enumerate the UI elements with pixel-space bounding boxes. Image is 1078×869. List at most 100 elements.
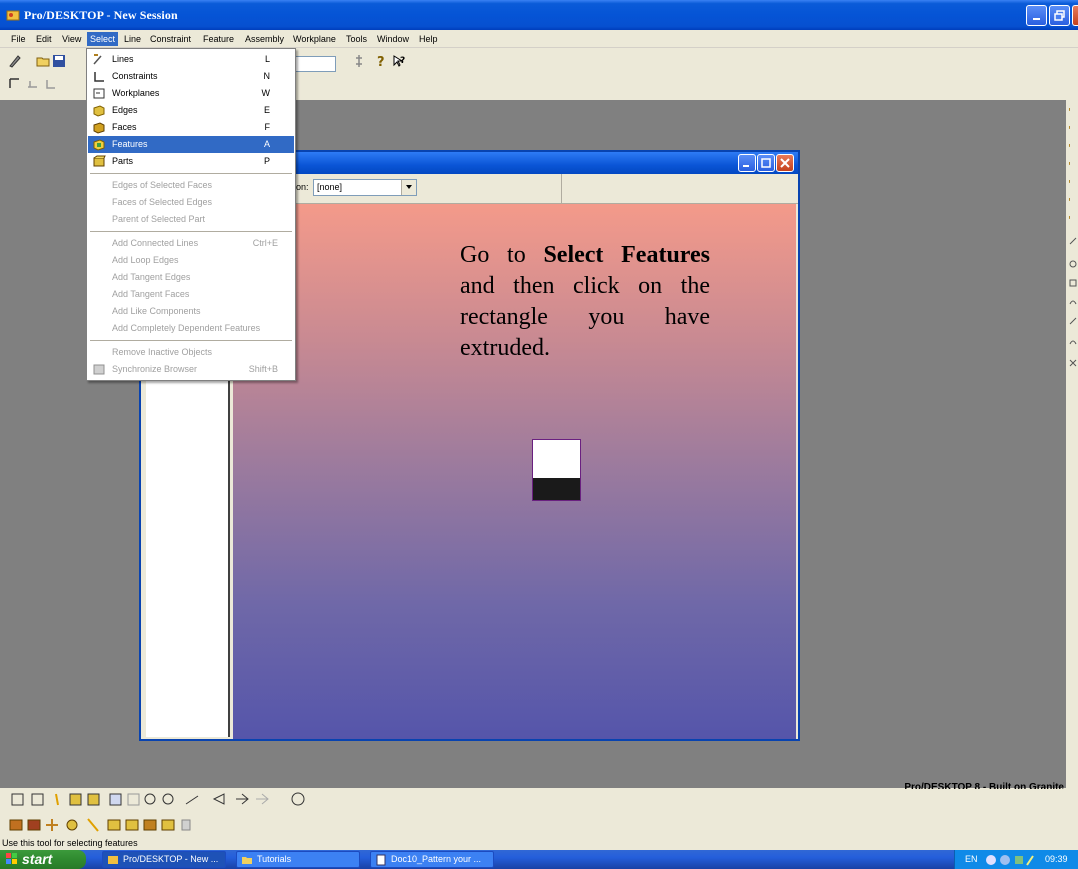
minimize-icon <box>743 165 749 167</box>
svg-text:': ' <box>1068 142 1071 155</box>
restore-button[interactable] <box>1049 5 1070 26</box>
toolbar-divider <box>561 174 562 204</box>
task-doc10[interactable]: Doc10_Pattern your ... <box>370 851 494 868</box>
extruded-rectangle-shadow <box>533 478 580 500</box>
svg-text:': ' <box>1068 160 1071 173</box>
toolbar-field[interactable] <box>290 56 336 72</box>
workplanes-icon <box>93 88 105 99</box>
menu-item-features[interactable]: Features A <box>88 136 294 153</box>
menu-constraint[interactable]: Constraint <box>147 32 194 46</box>
chevron-down-icon <box>406 185 412 189</box>
feature-toolbar <box>0 814 1078 836</box>
select-menu-dropdown: Lines L Constraints N Workplanes W Edges E F… <box>86 48 296 381</box>
menu-item-add-like-components[interactable]: Add Like Components <box>88 303 294 320</box>
menu-edit[interactable]: Edit <box>33 32 55 46</box>
menu-item-parent-of-selected-part[interactable]: Parent of Selected Part <box>88 211 294 228</box>
inner-close-button[interactable] <box>776 154 794 172</box>
menu-item-add-tangent-faces[interactable]: Add Tangent Faces <box>88 286 294 303</box>
menu-separator <box>90 340 292 341</box>
instruction-bold: Select Features <box>543 242 711 268</box>
menu-item-add-connected-lines[interactable]: Add Connected Lines Ctrl+E <box>88 235 294 252</box>
menu-item-synchronize-browser[interactable]: Synchronize Browser Shift+B <box>88 361 294 378</box>
menu-file[interactable]: File <box>8 32 29 46</box>
tray-icons-icon[interactable] <box>985 853 1037 867</box>
menu-item-add-loop-edges[interactable]: Add Loop Edges <box>88 252 294 269</box>
help-icon[interactable]: ? <box>374 54 388 68</box>
menu-select[interactable]: Select <box>87 32 119 46</box>
menu-item-edges[interactable]: Edges E <box>88 102 294 119</box>
menu-view[interactable]: View <box>59 32 84 46</box>
menu-item-remove-inactive-objects[interactable]: Remove Inactive Objects <box>88 344 294 361</box>
menu-item-add-completely-dependent-features[interactable]: Add Completely Dependent Features <box>88 320 294 337</box>
combo-select[interactable]: [none] <box>313 179 417 196</box>
instruction-part1: Go to <box>460 242 544 268</box>
minimize-icon <box>1033 18 1040 20</box>
lines-icon <box>93 54 102 65</box>
close-icon <box>780 158 790 168</box>
inner-maximize-button[interactable] <box>757 154 775 172</box>
menu-item-parts[interactable]: Parts P <box>88 153 294 170</box>
menu-window[interactable]: Window <box>374 32 412 46</box>
open-folder-icon[interactable] <box>36 54 50 68</box>
menu-help[interactable]: Help <box>416 32 441 46</box>
right-toolbar: ' ' ' ' ' ' ' <box>1066 100 1078 788</box>
line-icon[interactable] <box>44 77 58 91</box>
vertical-tools-icon[interactable]: ' ' ' ' ' ' ' <box>1067 104 1078 404</box>
svg-text:': ' <box>1068 214 1071 227</box>
clock: 09:39 <box>1045 854 1068 864</box>
task-prodesktop[interactable]: Pro/DESKTOP - New ... <box>102 851 226 868</box>
menu-workplane[interactable]: Workplane <box>290 32 339 46</box>
start-label: start <box>22 851 53 867</box>
start-button[interactable]: start <box>0 850 86 869</box>
taskbar: start Pro/DESKTOP - New ... Tutorials Do… <box>0 850 1078 869</box>
menu-item-faces[interactable]: Faces F <box>88 119 294 136</box>
folder-icon <box>242 857 252 864</box>
pencil-icon[interactable] <box>8 54 22 68</box>
restore-icon <box>1054 10 1065 21</box>
edges-icon <box>93 105 105 117</box>
menu-separator <box>90 231 292 232</box>
feature-tools-icon[interactable] <box>8 815 248 835</box>
instruction-part2: and then click on the rectangle you have… <box>460 273 710 361</box>
svg-text:': ' <box>1068 124 1071 137</box>
combo-arrow[interactable] <box>401 180 416 195</box>
selector-icon[interactable] <box>8 77 22 91</box>
faces-icon <box>93 122 105 134</box>
menu-feature[interactable]: Feature <box>200 32 237 46</box>
maximize-icon <box>761 158 771 168</box>
menu-item-faces-of-selected-edges[interactable]: Faces of Selected Edges <box>88 194 294 211</box>
menu-line[interactable]: Line <box>121 32 144 46</box>
menu-tools[interactable]: Tools <box>343 32 370 46</box>
title-bar: Pro/DESKTOP - New Session <box>0 0 1078 30</box>
inner-minimize-button[interactable] <box>738 154 756 172</box>
task-tutorials[interactable]: Tutorials <box>236 851 360 868</box>
minimize-button[interactable] <box>1026 5 1047 26</box>
status-bar: Use this tool for selecting features <box>0 837 1078 850</box>
parts-icon <box>93 155 106 167</box>
svg-text:': ' <box>1068 178 1071 191</box>
app-icon <box>6 10 20 21</box>
svg-text:': ' <box>1068 196 1071 209</box>
divider-icon[interactable] <box>352 54 366 68</box>
windows-logo-icon <box>6 853 17 864</box>
combo-label: on: <box>296 182 309 192</box>
menu-item-add-tangent-edges[interactable]: Add Tangent Edges <box>88 269 294 286</box>
constraint-icon[interactable] <box>26 77 40 91</box>
menu-item-workplanes[interactable]: Workplanes W <box>88 85 294 102</box>
menu-item-edges-of-selected-faces[interactable]: Edges of Selected Faces <box>88 177 294 194</box>
view-tools-icon[interactable] <box>8 790 348 810</box>
extruded-rectangle[interactable] <box>532 439 581 501</box>
menu-item-constraints[interactable]: Constraints N <box>88 68 294 85</box>
svg-text:?: ? <box>400 56 405 66</box>
combo-value: [none] <box>317 182 343 192</box>
instruction-text: Go to Select Features and then click on … <box>460 240 710 364</box>
menu-assembly[interactable]: Assembly <box>242 32 287 46</box>
language-indicator[interactable]: EN <box>965 850 978 869</box>
window-title: Pro/DESKTOP - New Session <box>24 8 178 22</box>
menu-separator <box>90 173 292 174</box>
svg-text:': ' <box>1068 106 1071 119</box>
menu-item-lines[interactable]: Lines L <box>88 51 294 68</box>
close-button[interactable] <box>1072 5 1078 26</box>
save-icon[interactable] <box>52 54 66 68</box>
context-help-icon[interactable]: ? <box>392 54 406 68</box>
